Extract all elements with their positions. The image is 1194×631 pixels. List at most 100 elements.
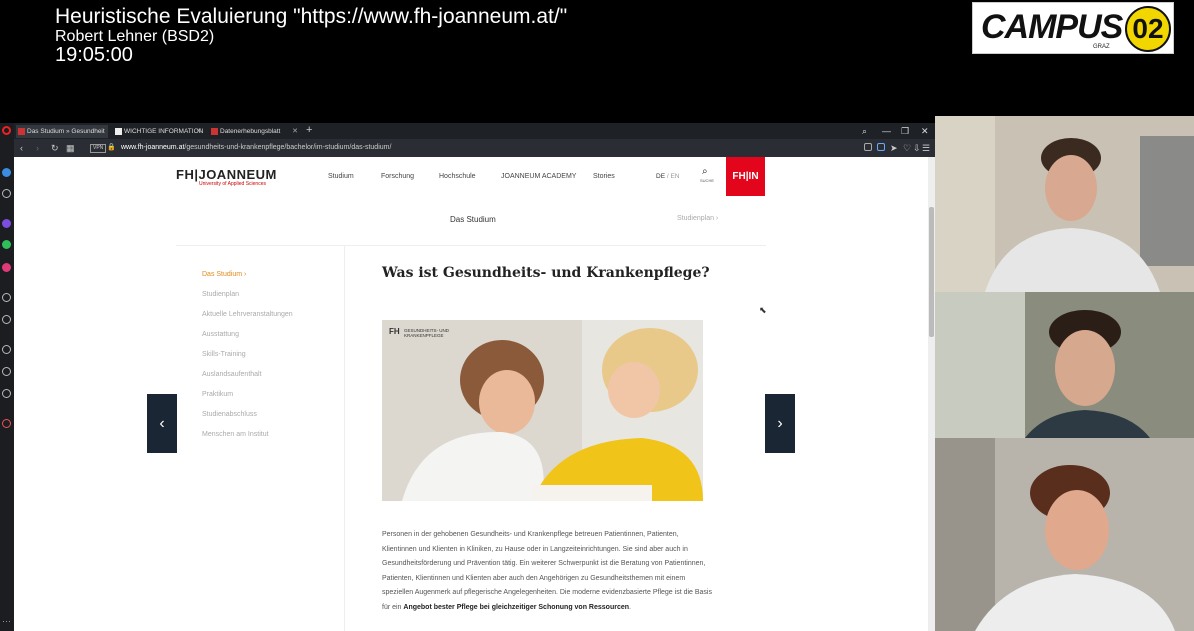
hero-image: FH GESUNDHEITS- UND KRANKENPFLEGE — [382, 320, 703, 501]
subnav-title: Das Studium — [450, 215, 496, 224]
search-icon[interactable]: ⌕ — [702, 166, 708, 177]
subnav-next-link[interactable]: Studienplan › — [677, 215, 718, 222]
search-tabs-icon[interactable]: ⌕ — [862, 124, 867, 138]
webcam-feed-1 — [935, 116, 1194, 292]
close-icon[interactable]: ✕ — [292, 125, 298, 138]
forward-icon[interactable]: › — [36, 141, 39, 155]
heart-icon[interactable] — [2, 345, 11, 354]
nav-joanneum-academy[interactable]: JOANNEUM ACADEMY — [501, 173, 576, 180]
nav-stories[interactable]: Stories — [593, 173, 615, 180]
tab-bar: Das Studium » Gesundheit WICHTIGE INFORM… — [0, 123, 935, 139]
mouse-cursor-icon: ⬉ — [759, 305, 767, 315]
document-icon — [115, 128, 122, 135]
body-end: . — [629, 603, 631, 611]
shield-icon[interactable] — [877, 143, 885, 151]
tab-label: Datenerhebungsblatt — [220, 128, 281, 135]
tab-label: Das Studium » Gesundheit — [27, 128, 105, 135]
campus-logo-number: 02 — [1125, 6, 1171, 52]
campus-logo-text: CAMPUS — [981, 8, 1123, 46]
search-label: SUCHE — [700, 178, 715, 183]
maximize-button[interactable]: ❐ — [901, 124, 909, 138]
side-item-menschen[interactable]: Menschen am Institut — [202, 431, 269, 438]
webcam-feed-2 — [935, 292, 1194, 438]
fh-in-button[interactable]: FH|IN — [726, 157, 765, 196]
body-paragraph: Personen in der gehobenen Gesundheits- u… — [382, 528, 712, 616]
divider — [176, 245, 766, 246]
side-item-studienabschluss[interactable]: Studienabschluss — [202, 411, 257, 418]
nav-forschung[interactable]: Forschung — [381, 173, 414, 180]
url-domain: www.fh-joanneum.at — [121, 144, 185, 151]
lang-en[interactable]: EN — [670, 173, 679, 180]
participant-video — [935, 292, 1194, 438]
hero-logo: FH — [389, 327, 400, 336]
grid-icon[interactable]: ▦ — [66, 141, 75, 155]
timestamp: 19:05:00 — [55, 44, 133, 66]
lang-de[interactable]: DE — [656, 173, 665, 180]
close-icon[interactable]: ✕ — [196, 125, 202, 138]
more-icon[interactable]: ··· — [2, 616, 11, 626]
students-photo — [382, 320, 703, 501]
campus-logo-sub: GRAZ — [1093, 44, 1110, 50]
hero-logo-sub: GESUNDHEITS- UND KRANKENPFLEGE — [404, 328, 450, 338]
reload-icon[interactable]: ↻ — [51, 141, 59, 155]
send-icon[interactable]: ➤ — [890, 141, 898, 155]
instagram-icon[interactable] — [2, 263, 11, 272]
browser-window: Das Studium » Gesundheit WICHTIGE INFORM… — [0, 123, 935, 631]
pin-icon[interactable] — [2, 419, 11, 428]
opera-sidebar: ··· — [0, 123, 14, 631]
new-tab-button[interactable]: + — [306, 124, 312, 137]
back-icon[interactable]: ‹ — [20, 141, 23, 155]
nav-hochschule[interactable]: Hochschule — [439, 173, 476, 180]
presentation-title: Heuristische Evaluierung "https://www.fh… — [55, 5, 568, 28]
language-switch: DE / EN — [656, 173, 679, 180]
scroll-thumb[interactable] — [929, 207, 934, 337]
pdf-icon — [211, 128, 218, 135]
send-icon[interactable] — [2, 315, 11, 324]
body-highlight: Angebot bester Pflege bei gleichzeitiger… — [403, 603, 630, 611]
side-item-skills-training[interactable]: Skills-Training — [202, 351, 246, 358]
close-window-button[interactable]: ✕ — [921, 124, 929, 138]
campus-02-logo: CAMPUS GRAZ 02 — [972, 2, 1174, 54]
download-icon[interactable]: ⇩ — [913, 141, 921, 155]
tab-label: WICHTIGE INFORMATION — [124, 128, 204, 135]
side-item-ausstattung[interactable]: Ausstattung — [202, 331, 239, 338]
participant-video — [935, 438, 1194, 631]
side-item-lehrveranstaltungen[interactable]: Aktuelle Lehrveranstaltungen — [202, 311, 293, 318]
favicon-icon — [18, 128, 25, 135]
minimize-button[interactable]: — — [882, 124, 891, 138]
side-item-studienplan[interactable]: Studienplan — [202, 291, 239, 298]
address-bar: ‹ › ↻ ▦ VPN 🔒 www.fh-joanneum.at/gesundh… — [0, 139, 935, 157]
side-item-auslandsaufenthalt[interactable]: Auslandsaufenthalt — [202, 371, 262, 378]
home-icon[interactable] — [2, 168, 11, 177]
nav-studium[interactable]: Studium — [328, 173, 354, 180]
history-icon[interactable] — [2, 367, 11, 376]
divider — [344, 246, 345, 631]
messenger-icon[interactable] — [2, 219, 11, 228]
tab-datenerhebungsblatt[interactable]: Datenerhebungsblatt ✕ — [209, 125, 301, 138]
vpn-badge[interactable]: VPN — [90, 144, 107, 153]
tab-das-studium[interactable]: Das Studium » Gesundheit — [16, 125, 108, 138]
star-icon[interactable] — [2, 189, 11, 198]
camera-icon[interactable] — [864, 143, 872, 151]
player-icon[interactable] — [2, 293, 11, 302]
heart-icon[interactable]: ♡ — [903, 141, 911, 155]
next-arrow-button[interactable]: › — [765, 394, 795, 453]
logo-subtitle: University of Applied Sciences — [199, 181, 266, 187]
fh-joanneum-logo[interactable]: FH|JOANNEUM — [176, 167, 277, 182]
screen: Heuristische Evaluierung "https://www.fh… — [0, 0, 1194, 631]
lock-icon[interactable]: 🔒 — [107, 141, 116, 155]
opera-icon[interactable] — [2, 126, 11, 135]
url-field[interactable]: www.fh-joanneum.at/gesundheits-und-krank… — [121, 142, 391, 154]
page-heading: Was ist Gesundheits- und Krankenpflege? — [382, 265, 710, 281]
scrollbar[interactable] — [928, 157, 935, 631]
prev-arrow-button[interactable]: ‹ — [147, 394, 177, 453]
menu-icon[interactable]: ☰ — [922, 141, 930, 155]
side-item-praktikum[interactable]: Praktikum — [202, 391, 233, 398]
participant-video — [935, 116, 1194, 292]
body-text: Personen in der gehobenen Gesundheits- u… — [382, 531, 712, 611]
whatsapp-icon[interactable] — [2, 240, 11, 249]
side-item-das-studium[interactable]: Das Studium › — [202, 271, 246, 278]
settings-icon[interactable] — [2, 389, 11, 398]
url-path: /gesundheits-und-krankenpflege/bachelor/… — [184, 144, 392, 151]
tab-wichtige-information[interactable]: WICHTIGE INFORMATION ✕ — [113, 125, 205, 138]
